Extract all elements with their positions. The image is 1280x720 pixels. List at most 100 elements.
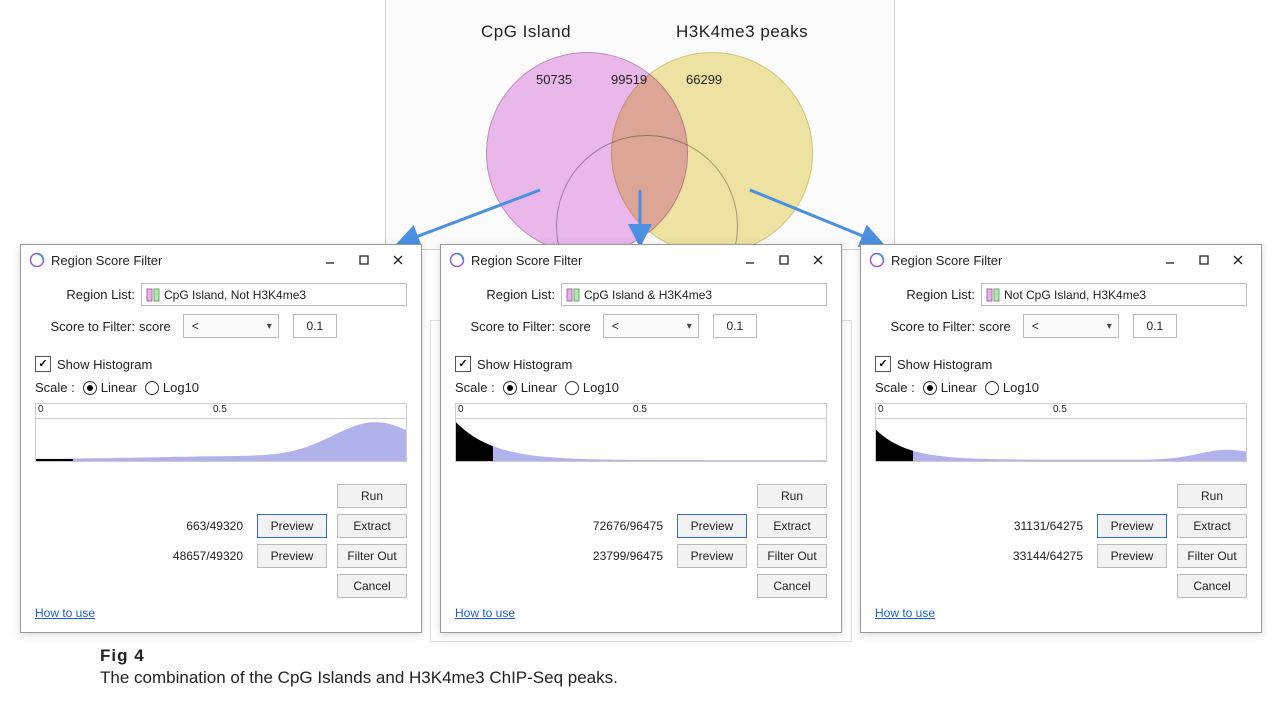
axis-tick-0-5: 0.5 — [213, 404, 227, 415]
filterout-count: 23799/96475 — [553, 549, 663, 563]
how-to-use-link[interactable]: How to use — [35, 606, 95, 620]
region-list-icon — [146, 288, 160, 302]
score-field-name: score — [559, 319, 591, 334]
extract-button[interactable]: Extract — [757, 514, 827, 538]
maximize-button[interactable] — [767, 249, 801, 271]
filterout-count: 48657/49320 — [133, 549, 243, 563]
show-histogram-checkbox[interactable] — [875, 356, 891, 372]
operator-combo[interactable]: < ▾ — [1023, 314, 1119, 338]
preview-extract-button[interactable]: Preview — [257, 514, 327, 538]
scale-linear-radio[interactable] — [83, 381, 97, 395]
minimize-button[interactable] — [733, 249, 767, 271]
threshold-input[interactable]: 0.1 — [293, 314, 337, 338]
region-score-filter-dialog: Region Score Filter Region List: CpG Isl… — [20, 244, 422, 633]
preview-filterout-button[interactable]: Preview — [677, 544, 747, 568]
score-field-name: score — [139, 319, 171, 334]
maximize-button[interactable] — [347, 249, 381, 271]
score-to-filter-label: Score to Filter: — [35, 319, 141, 334]
app-icon — [29, 252, 45, 268]
region-list-value: Not CpG Island, H3K4me3 — [1004, 288, 1146, 302]
region-list-label: Region List: — [455, 287, 561, 302]
axis-tick-0: 0 — [458, 404, 464, 415]
filterout-button[interactable]: Filter Out — [337, 544, 407, 568]
scale-linear-radio[interactable] — [503, 381, 517, 395]
titlebar[interactable]: Region Score Filter — [441, 245, 841, 275]
close-button[interactable] — [1221, 249, 1255, 271]
chevron-down-icon: ▾ — [267, 321, 272, 332]
titlebar[interactable]: Region Score Filter — [861, 245, 1261, 275]
figure-caption: Fig 4 The combination of the CpG Islands… — [100, 646, 618, 688]
scale-log10-radio[interactable] — [145, 381, 159, 395]
cancel-button[interactable]: Cancel — [337, 574, 407, 598]
venn-panel: CpG Island H3K4me3 peaks 50735 99519 662… — [385, 0, 895, 250]
scale-log10-radio[interactable] — [985, 381, 999, 395]
filterout-button[interactable]: Filter Out — [757, 544, 827, 568]
scale-log10-label: Log10 — [583, 380, 619, 395]
window-title: Region Score Filter — [471, 253, 582, 268]
operator-value: < — [192, 319, 199, 333]
score-field-name: score — [979, 319, 1011, 334]
region-list-icon — [566, 288, 580, 302]
operator-value: < — [1032, 319, 1039, 333]
venn-label-a: CpG Island — [481, 22, 571, 42]
filterout-button[interactable]: Filter Out — [1177, 544, 1247, 568]
preview-extract-button[interactable]: Preview — [677, 514, 747, 538]
region-list-field[interactable]: CpG Island, Not H3K4me3 — [141, 283, 407, 306]
threshold-input[interactable]: 0.1 — [713, 314, 757, 338]
maximize-button[interactable] — [1187, 249, 1221, 271]
preview-filterout-button[interactable]: Preview — [257, 544, 327, 568]
app-icon — [449, 252, 465, 268]
show-histogram-checkbox[interactable] — [35, 356, 51, 372]
window-title: Region Score Filter — [891, 253, 1002, 268]
titlebar[interactable]: Region Score Filter — [21, 245, 421, 275]
show-histogram-label: Show Histogram — [477, 357, 572, 372]
filterout-count: 33144/64275 — [973, 549, 1083, 563]
venn-count-a-only: 50735 — [536, 72, 572, 87]
chevron-down-icon: ▾ — [1107, 321, 1112, 332]
histogram: 0 0.5 — [455, 403, 827, 462]
extract-count: 31131/64275 — [973, 519, 1083, 533]
preview-extract-button[interactable]: Preview — [1097, 514, 1167, 538]
threshold-input[interactable]: 0.1 — [1133, 314, 1177, 338]
region-list-label: Region List: — [875, 287, 981, 302]
close-button[interactable] — [801, 249, 835, 271]
histogram: 0 0.5 — [875, 403, 1247, 462]
figure-caption-text: The combination of the CpG Islands and H… — [100, 668, 618, 688]
cancel-button[interactable]: Cancel — [757, 574, 827, 598]
show-histogram-label: Show Histogram — [57, 357, 152, 372]
region-list-field[interactable]: Not CpG Island, H3K4me3 — [981, 283, 1247, 306]
show-histogram-label: Show Histogram — [897, 357, 992, 372]
venn-count-b-only: 66299 — [686, 72, 722, 87]
scale-linear-label: Linear — [941, 380, 977, 395]
show-histogram-checkbox[interactable] — [455, 356, 471, 372]
run-button[interactable]: Run — [337, 484, 407, 508]
score-to-filter-label: Score to Filter: — [455, 319, 561, 334]
region-list-field[interactable]: CpG Island & H3K4me3 — [561, 283, 827, 306]
venn-count-ab: 99519 — [611, 72, 647, 87]
extract-count: 663/49320 — [133, 519, 243, 533]
scale-log10-label: Log10 — [163, 380, 199, 395]
scale-linear-radio[interactable] — [923, 381, 937, 395]
operator-combo[interactable]: < ▾ — [183, 314, 279, 338]
app-icon — [869, 252, 885, 268]
run-button[interactable]: Run — [757, 484, 827, 508]
scale-log10-radio[interactable] — [565, 381, 579, 395]
cancel-button[interactable]: Cancel — [1177, 574, 1247, 598]
extract-button[interactable]: Extract — [337, 514, 407, 538]
how-to-use-link[interactable]: How to use — [455, 606, 515, 620]
axis-tick-0-5: 0.5 — [1053, 404, 1067, 415]
operator-combo[interactable]: < ▾ — [603, 314, 699, 338]
extract-button[interactable]: Extract — [1177, 514, 1247, 538]
figure-caption-title: Fig 4 — [100, 646, 618, 666]
preview-filterout-button[interactable]: Preview — [1097, 544, 1167, 568]
operator-value: < — [612, 319, 619, 333]
region-list-value: CpG Island & H3K4me3 — [584, 288, 712, 302]
minimize-button[interactable] — [1153, 249, 1187, 271]
axis-tick-0: 0 — [38, 404, 44, 415]
minimize-button[interactable] — [313, 249, 347, 271]
close-button[interactable] — [381, 249, 415, 271]
scale-label: Scale : — [35, 380, 75, 395]
score-to-filter-label: Score to Filter: — [875, 319, 981, 334]
run-button[interactable]: Run — [1177, 484, 1247, 508]
how-to-use-link[interactable]: How to use — [875, 606, 935, 620]
